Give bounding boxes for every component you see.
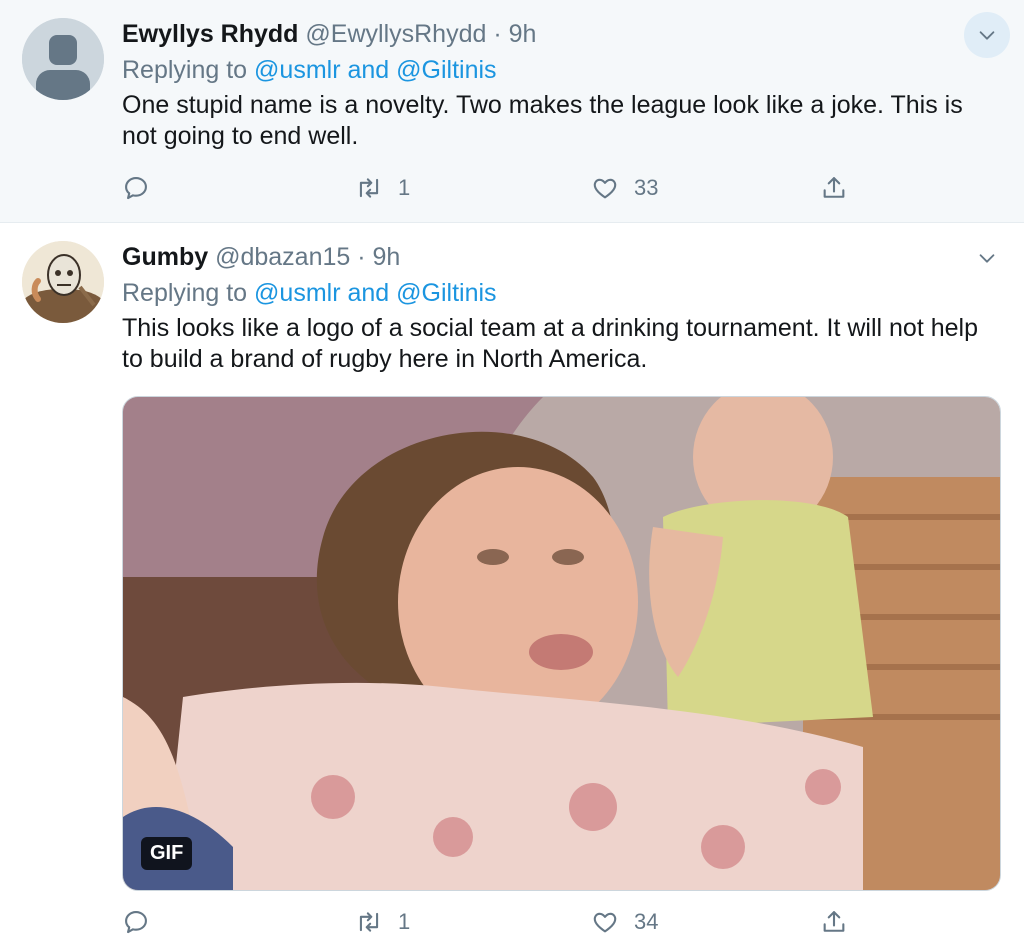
mention-link[interactable]: @usmlr <box>254 56 341 84</box>
share-icon <box>823 177 845 198</box>
retweet-icon <box>359 912 379 932</box>
chevron-down-icon <box>979 254 995 263</box>
mention-and: and <box>347 279 390 307</box>
replying-to: Replying to @usmlr and @Giltinis <box>122 54 497 86</box>
retweet-button[interactable]: 1 <box>354 902 410 942</box>
timestamp[interactable]: 9h <box>373 243 401 271</box>
mention-link[interactable]: @usmlr <box>254 279 341 307</box>
like-button[interactable]: 33 <box>590 168 658 208</box>
tweet-actions: 1 34 <box>122 902 882 942</box>
character-avatar-icon <box>22 241 104 323</box>
replying-to-label: Replying to <box>122 56 248 84</box>
share-button[interactable] <box>820 168 848 208</box>
tweet-header: Gumby @dbazan15 · 9h <box>122 241 400 273</box>
gif-media[interactable]: GIF <box>122 396 1001 891</box>
tweet-menu-button[interactable] <box>964 235 1010 281</box>
separator: · <box>357 243 366 271</box>
tweet-text: This looks like a logo of a social team … <box>122 314 978 373</box>
user-handle[interactable]: @dbazan15 <box>215 243 350 271</box>
gif-badge: GIF <box>141 837 193 870</box>
share-icon <box>823 911 845 932</box>
tweet-menu-button[interactable] <box>964 12 1010 58</box>
like-count: 33 <box>634 175 659 200</box>
reply-button[interactable] <box>122 168 150 208</box>
mention-link[interactable]: @Giltinis <box>396 279 496 307</box>
tweet-text: One stupid name is a novelty. Two makes … <box>122 91 963 150</box>
retweet-count: 1 <box>398 909 411 934</box>
retweet-button[interactable]: 1 <box>354 168 410 208</box>
retweet-icon <box>359 178 379 198</box>
reply-icon <box>125 911 147 934</box>
replying-to-label: Replying to <box>122 279 248 307</box>
default-avatar-icon <box>22 18 104 100</box>
display-name[interactable]: Ewyllys Rhydd <box>122 20 298 48</box>
tweet-actions: 1 33 <box>122 168 882 208</box>
mention-and: and <box>347 56 390 84</box>
gif-image <box>123 397 1000 890</box>
user-handle[interactable]: @EwyllysRhydd <box>305 20 486 48</box>
tweet[interactable]: Gumby @dbazan15 · 9h Replying to @usmlr … <box>0 223 1024 952</box>
timestamp[interactable]: 9h <box>509 20 537 48</box>
like-button[interactable]: 34 <box>590 902 658 942</box>
share-button[interactable] <box>820 902 848 942</box>
tweet-header: Ewyllys Rhydd @EwyllysRhydd · 9h <box>122 18 536 50</box>
like-count: 34 <box>634 909 659 934</box>
retweet-count: 1 <box>398 175 411 200</box>
avatar[interactable] <box>22 241 104 323</box>
reply-button[interactable] <box>122 902 150 942</box>
heart-icon <box>593 912 617 933</box>
replying-to: Replying to @usmlr and @Giltinis <box>122 277 497 309</box>
chevron-down-icon <box>979 31 995 40</box>
mention-link[interactable]: @Giltinis <box>396 56 496 84</box>
avatar[interactable] <box>22 18 104 100</box>
heart-icon <box>593 178 617 199</box>
tweet[interactable]: Ewyllys Rhydd @EwyllysRhydd · 9h Replyin… <box>0 0 1024 223</box>
reply-icon <box>125 177 147 200</box>
display-name[interactable]: Gumby <box>122 243 208 271</box>
separator: · <box>493 20 502 48</box>
